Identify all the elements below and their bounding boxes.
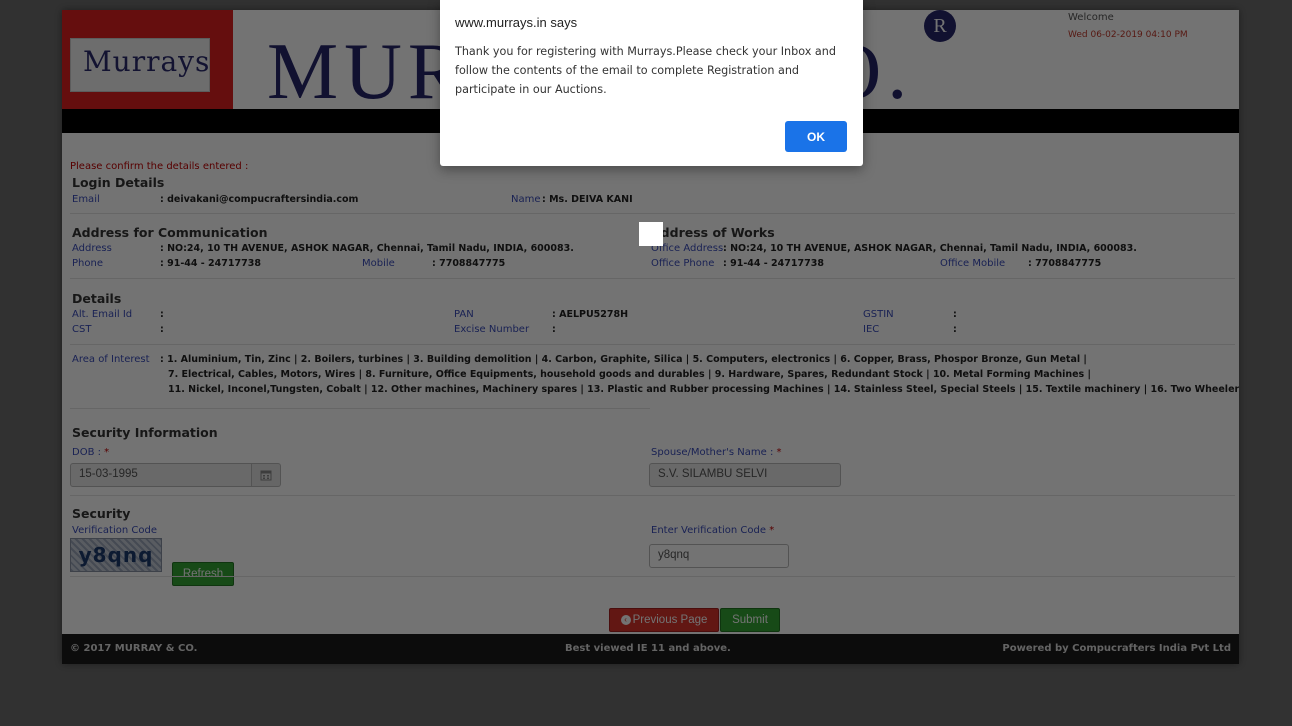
divider	[70, 495, 1235, 496]
verification-code-input[interactable]: y8qnq	[649, 544, 789, 568]
mobile-label: Mobile	[362, 258, 395, 269]
verification-code-label: Verification Code	[72, 525, 157, 536]
phone-value: : 91-44 - 24717738	[160, 258, 261, 269]
footer: © 2017 MURRAY & CO. Best viewed IE 11 an…	[62, 634, 1239, 664]
mobile-value: : 7708847775	[432, 258, 506, 269]
previous-page-label: Previous Page	[632, 614, 708, 626]
best-viewed-text: Best viewed IE 11 and above.	[565, 643, 731, 654]
name-value: : Ms. DEIVA KANI	[542, 194, 633, 205]
dialog-message: Thank you for registering with Murrays.P…	[455, 45, 836, 96]
submit-button[interactable]: Submit	[720, 608, 780, 632]
required-marker: *	[769, 525, 775, 536]
brand-logo-block: Murrays	[62, 10, 233, 120]
address-value: : NO:24, 10 TH AVENUE, ASHOK NAGAR, Chen…	[160, 243, 574, 254]
area-of-interest-line: : 1. Aluminium, Tin, Zinc | 2. Boilers, …	[160, 354, 1087, 365]
required-marker: *	[104, 447, 110, 458]
office-mobile-label: Office Mobile	[940, 258, 1006, 269]
details-heading: Details	[72, 291, 122, 306]
calendar-button[interactable]	[252, 463, 281, 487]
alt-email-label: Alt. Email Id	[72, 309, 133, 320]
gstin-value: :	[953, 309, 957, 320]
excise-label: Excise Number	[454, 324, 530, 335]
required-marker: *	[776, 447, 782, 458]
address-label: Address	[72, 243, 112, 254]
divider	[70, 278, 1235, 279]
area-of-interest-line: 11. Nickel, Inconel,Tungsten, Cobalt | 1…	[168, 384, 1239, 395]
email-label: Email	[72, 194, 100, 205]
alt-email-value: :	[160, 309, 164, 320]
divider	[70, 344, 1235, 345]
security-heading: Security	[72, 506, 131, 521]
pan-value: : AELPU5278H	[552, 309, 629, 320]
divider	[70, 213, 1235, 214]
logo-plate: Murrays	[70, 38, 210, 92]
captcha-text: y8qnq	[78, 543, 154, 567]
logo-text: Murrays	[83, 45, 211, 78]
ok-button[interactable]: OK	[785, 121, 847, 152]
iec-label: IEC	[863, 324, 880, 335]
works-heading: Address of Works	[651, 225, 775, 240]
office-mobile-value: : 7708847775	[1028, 258, 1102, 269]
office-phone-label: Office Phone	[651, 258, 715, 269]
welcome-text: Welcome	[1068, 12, 1114, 23]
powered-by-text: Powered by Compucrafters India Pvt Ltd	[1002, 643, 1231, 654]
enter-verification-label: Enter Verification Code *	[651, 525, 775, 536]
area-of-interest-line: 7. Electrical, Cables, Motors, Wires | 8…	[168, 369, 1091, 380]
office-address-value: : NO:24, 10 TH AVENUE, ASHOK NAGAR, Chen…	[723, 243, 1137, 254]
focus-highlight	[639, 222, 663, 246]
confirm-instruction: Please confirm the details entered :	[70, 161, 249, 172]
pan-label: PAN	[454, 309, 474, 320]
gstin-label: GSTIN	[863, 309, 894, 320]
excise-value: :	[552, 324, 556, 335]
registered-mark-icon: R	[924, 10, 956, 42]
current-datetime: Wed 06-02-2019 04:10 PM	[1068, 30, 1188, 40]
dob-label: DOB : *	[72, 447, 110, 458]
email-value: : deivakani@compucraftersindia.com	[160, 194, 359, 205]
area-of-interest-label: Area of Interest	[72, 354, 150, 365]
spouse-name-label: Spouse/Mother's Name : *	[651, 447, 782, 458]
refresh-captcha-button[interactable]: Refresh	[172, 562, 234, 586]
divider	[70, 576, 1235, 577]
back-circle-icon: ‹	[620, 615, 631, 625]
divider	[70, 408, 650, 409]
phone-label: Phone	[72, 258, 103, 269]
iec-value: :	[953, 324, 957, 335]
dialog-title: www.murrays.in says	[455, 15, 578, 30]
previous-page-button[interactable]: ‹ Previous Page	[609, 608, 719, 632]
security-info-heading: Security Information	[72, 425, 218, 440]
cst-value: :	[160, 324, 164, 335]
spouse-name-input[interactable]: S.V. SILAMBU SELVI	[649, 463, 841, 487]
name-label: Name	[511, 194, 541, 205]
dob-input[interactable]: 15-03-1995	[70, 463, 252, 487]
cst-label: CST	[72, 324, 92, 335]
office-phone-value: : 91-44 - 24717738	[723, 258, 824, 269]
captcha-image: y8qnq	[70, 538, 162, 572]
communication-heading: Address for Communication	[72, 225, 268, 240]
calendar-icon	[260, 470, 272, 481]
alert-dialog: www.murrays.in says Thank you for regist…	[440, 0, 863, 166]
login-details-heading: Login Details	[72, 175, 165, 190]
copyright-text: © 2017 MURRAY & CO.	[70, 643, 198, 654]
